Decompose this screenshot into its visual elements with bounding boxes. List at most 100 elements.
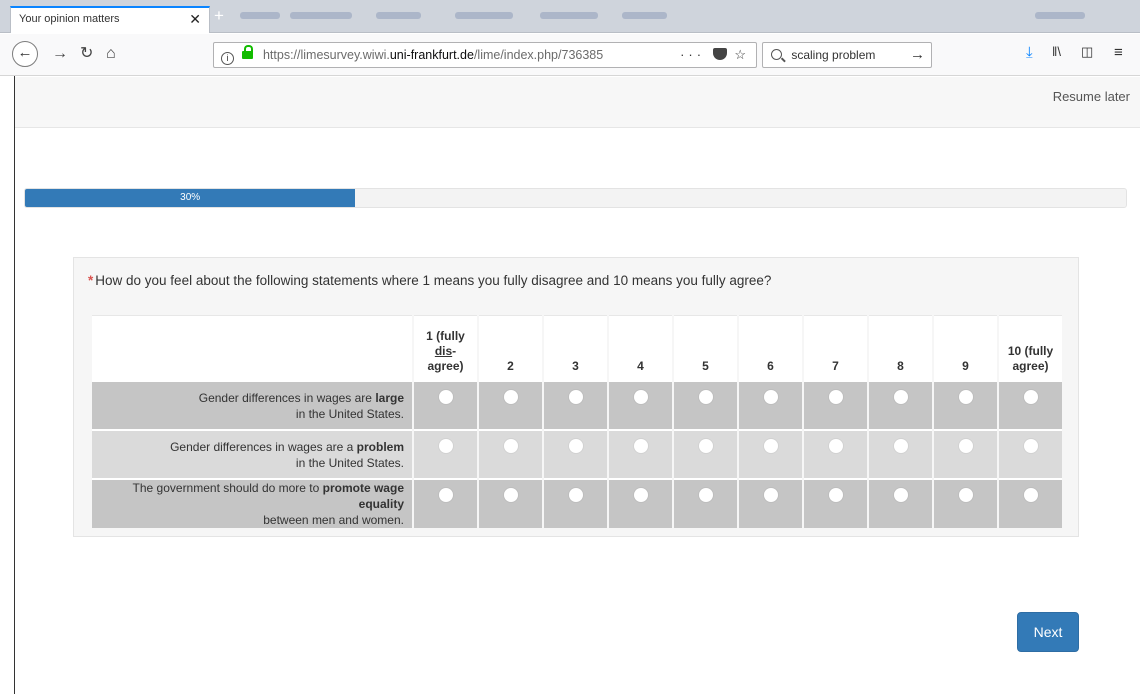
- radio-cell[interactable]: [804, 478, 867, 528]
- pocket-icon[interactable]: [712, 48, 727, 60]
- radio-cell[interactable]: [479, 380, 542, 429]
- home-icon[interactable]: ⌂: [106, 44, 116, 64]
- new-tab-button[interactable]: +: [214, 6, 224, 26]
- radio-button[interactable]: [633, 488, 648, 502]
- search-go-icon[interactable]: →: [910, 43, 925, 67]
- sidebar-icon[interactable]: ◫: [1081, 44, 1093, 60]
- radio-cell[interactable]: [414, 429, 477, 478]
- radio-button[interactable]: [438, 390, 453, 404]
- radio-cell[interactable]: [739, 429, 802, 478]
- radio-button[interactable]: [763, 488, 778, 502]
- radio-cell[interactable]: [999, 380, 1062, 429]
- forward-arrow-icon[interactable]: →: [52, 44, 68, 64]
- menu-icon[interactable]: ≡: [1114, 44, 1123, 61]
- radio-button[interactable]: [698, 439, 713, 453]
- radio-button[interactable]: [893, 439, 908, 453]
- radio-button[interactable]: [763, 390, 778, 404]
- radio-cell[interactable]: [739, 478, 802, 528]
- radio-cell[interactable]: [999, 478, 1062, 528]
- radio-button[interactable]: [503, 488, 518, 502]
- radio-cell[interactable]: [414, 478, 477, 528]
- blurred-tab[interactable]: [540, 12, 598, 19]
- radio-cell[interactable]: [739, 380, 802, 429]
- col1-line2: dis: [434, 344, 453, 358]
- lock-icon[interactable]: [242, 45, 254, 59]
- radio-button[interactable]: [893, 488, 908, 502]
- radio-button[interactable]: [828, 390, 843, 404]
- radio-button[interactable]: [568, 390, 583, 404]
- row-label: Gender differences in wages are a proble…: [92, 429, 412, 478]
- column-header-6: 6: [739, 315, 802, 380]
- url-bar[interactable]: i https://limesurvey.wiwi.uni-frankfurt.…: [213, 42, 757, 68]
- radio-cell[interactable]: [544, 380, 607, 429]
- radio-button[interactable]: [828, 488, 843, 502]
- radio-button[interactable]: [568, 488, 583, 502]
- blurred-tab[interactable]: [240, 12, 280, 19]
- row-label-bold: promote wage equality: [322, 481, 404, 511]
- radio-cell[interactable]: [609, 429, 672, 478]
- radio-button[interactable]: [568, 439, 583, 453]
- radio-cell[interactable]: [674, 380, 737, 429]
- radio-button[interactable]: [503, 390, 518, 404]
- radio-cell[interactable]: [414, 380, 477, 429]
- back-arrow-icon[interactable]: ←: [12, 41, 38, 67]
- download-icon[interactable]: ⤓: [1026, 44, 1033, 61]
- radio-cell[interactable]: [544, 478, 607, 528]
- radio-cell[interactable]: [804, 429, 867, 478]
- radio-button[interactable]: [438, 488, 453, 502]
- blurred-tab[interactable]: [290, 12, 352, 19]
- info-icon[interactable]: i: [221, 52, 234, 65]
- radio-button[interactable]: [633, 439, 648, 453]
- library-icon[interactable]: ‖\: [1052, 44, 1061, 59]
- radio-button[interactable]: [698, 390, 713, 404]
- radio-button[interactable]: [1023, 488, 1038, 502]
- table-row: The government should do more to promote…: [92, 478, 1062, 528]
- row-label-text: The government should do more to: [132, 481, 323, 495]
- radio-button[interactable]: [438, 439, 453, 453]
- column-header-3: 3: [544, 315, 607, 380]
- radio-cell[interactable]: [869, 478, 932, 528]
- reload-icon[interactable]: ↻: [80, 44, 93, 64]
- radio-cell[interactable]: [934, 380, 997, 429]
- radio-cell[interactable]: [609, 380, 672, 429]
- radio-cell[interactable]: [804, 380, 867, 429]
- blurred-tab[interactable]: [622, 12, 667, 19]
- row-label: Gender differences in wages are large in…: [92, 380, 412, 429]
- radio-cell[interactable]: [999, 429, 1062, 478]
- resume-later-link[interactable]: Resume later: [1053, 89, 1130, 104]
- radio-cell[interactable]: [479, 478, 542, 528]
- radio-cell[interactable]: [934, 478, 997, 528]
- radio-button[interactable]: [893, 390, 908, 404]
- close-icon[interactable]: ✕: [189, 11, 201, 28]
- column-header-7: 7: [804, 315, 867, 380]
- radio-button[interactable]: [633, 390, 648, 404]
- radio-button[interactable]: [1023, 390, 1038, 404]
- radio-button[interactable]: [958, 439, 973, 453]
- radio-cell[interactable]: [544, 429, 607, 478]
- radio-button[interactable]: [503, 439, 518, 453]
- search-bar[interactable]: scaling problem →: [762, 42, 932, 68]
- radio-button[interactable]: [763, 439, 778, 453]
- radio-cell[interactable]: [674, 429, 737, 478]
- radio-cell[interactable]: [479, 429, 542, 478]
- browser-tab[interactable]: Your opinion matters ✕: [10, 6, 210, 33]
- search-input[interactable]: scaling problem: [791, 48, 875, 62]
- radio-button[interactable]: [828, 439, 843, 453]
- star-icon[interactable]: ☆: [734, 47, 750, 62]
- required-asterisk: *: [88, 273, 94, 288]
- radio-button[interactable]: [958, 390, 973, 404]
- column-header-5: 5: [674, 315, 737, 380]
- radio-cell[interactable]: [609, 478, 672, 528]
- radio-cell[interactable]: [869, 380, 932, 429]
- blurred-tab[interactable]: [455, 12, 513, 19]
- more-icon[interactable]: ···: [680, 47, 705, 62]
- next-button[interactable]: Next: [1017, 612, 1079, 652]
- row-label-text: Gender differences in wages are a: [170, 439, 357, 454]
- radio-button[interactable]: [958, 488, 973, 502]
- radio-cell[interactable]: [674, 478, 737, 528]
- radio-button[interactable]: [698, 488, 713, 502]
- blurred-tab[interactable]: [376, 12, 421, 19]
- radio-cell[interactable]: [934, 429, 997, 478]
- radio-button[interactable]: [1023, 439, 1038, 453]
- radio-cell[interactable]: [869, 429, 932, 478]
